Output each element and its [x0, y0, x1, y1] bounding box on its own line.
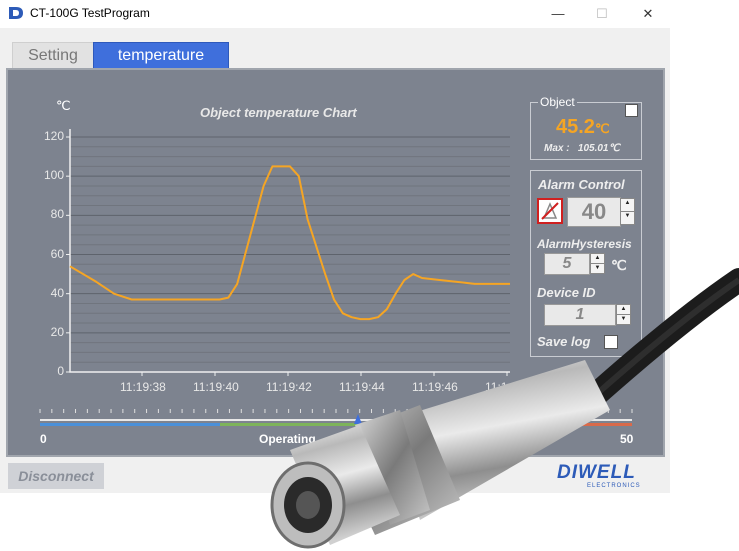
ir-sensor-photo	[270, 268, 739, 549]
